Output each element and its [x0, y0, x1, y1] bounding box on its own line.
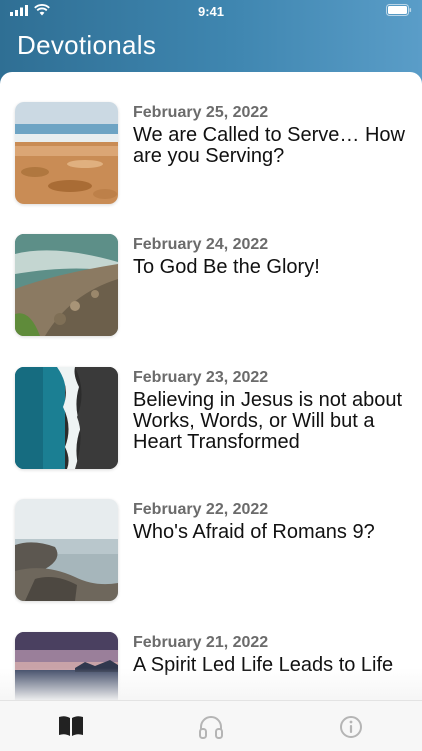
tab-bar [0, 700, 422, 751]
page-title: Devotionals [17, 30, 157, 60]
status-bar: 9:41 [0, 0, 422, 24]
status-time: 9:41 [197, 4, 225, 19]
devotional-date: February 21, 2022 [133, 634, 269, 651]
devotional-thumbnail [15, 102, 118, 204]
devotional-date: February 23, 2022 [133, 369, 269, 386]
tab-info[interactable] [339, 715, 365, 739]
book-icon [59, 716, 83, 736]
devotional-date: February 24, 2022 [133, 236, 269, 253]
ocean-meets-black-sand-image [15, 367, 118, 469]
devotional-title: Who's Afraid of Romans 9? [133, 521, 375, 543]
devotional-item[interactable]: February 22, 2022 Who's Afraid of Romans… [0, 499, 422, 619]
devotional-title: Believing in Jesus is not about Works, W… [133, 389, 403, 453]
devotional-item[interactable]: February 24, 2022 To God Be the Glory! [0, 234, 422, 354]
devotional-thumbnail [15, 234, 118, 336]
devotional-thumbnail [15, 367, 118, 469]
headphones-icon [199, 716, 223, 739]
devotional-item[interactable]: February 25, 2022 We are Called to Serve… [0, 102, 422, 222]
devotional-item[interactable]: February 23, 2022 Believing in Jesus is … [0, 367, 422, 487]
beach-sand-waves-image [15, 102, 118, 204]
rocky-shore-aerial-image [15, 234, 118, 336]
devotional-title: To God Be the Glory! [133, 256, 320, 278]
tab-devotionals[interactable] [58, 715, 84, 739]
devotional-date: February 22, 2022 [133, 501, 269, 518]
battery-icon [386, 4, 412, 19]
info-icon [340, 716, 362, 738]
devotional-thumbnail [15, 499, 118, 601]
tab-audio[interactable] [198, 715, 224, 739]
coastal-rocks-sea-image [15, 499, 118, 601]
devotional-title: We are Called to Serve… How are you Serv… [133, 124, 405, 167]
devotional-date: February 25, 2022 [133, 104, 269, 121]
list-fade-overlay [0, 668, 422, 700]
devotional-list[interactable]: February 25, 2022 We are Called to Serve… [0, 72, 422, 700]
